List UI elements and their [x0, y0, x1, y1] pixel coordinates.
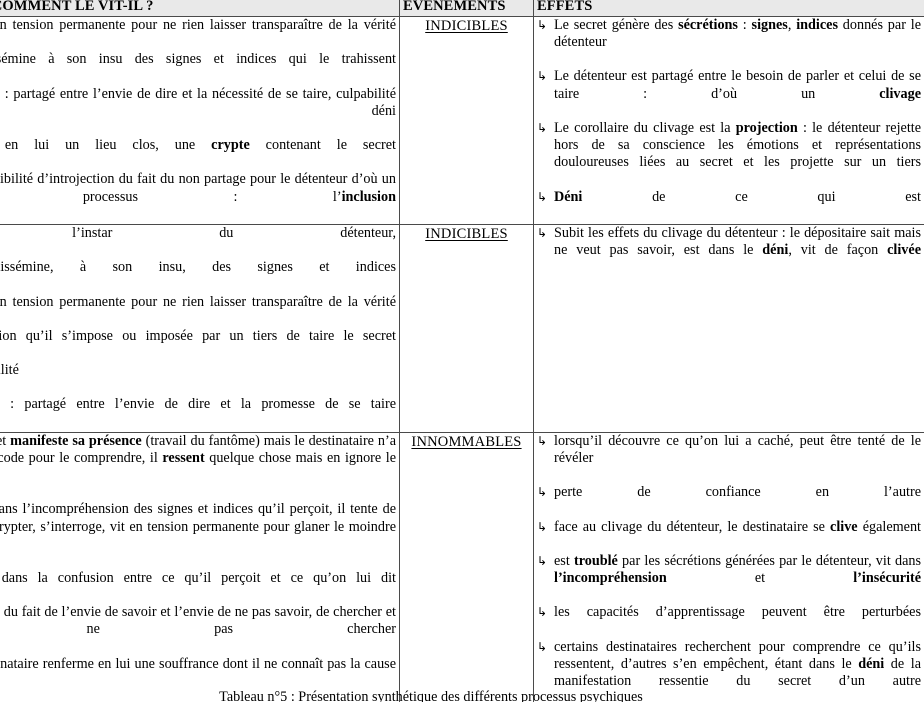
bullet-item: ↳clivage : partagé entre l’envie de dire…: [0, 396, 396, 430]
bullet-text: face au clivage du détenteur, le destina…: [554, 518, 921, 535]
effect-cell: ↳ lorsqu’il découvre ce qu’on lui a caché…: [533, 431, 924, 702]
bullet-item: ↳ Déni de ce qui est: [537, 189, 921, 223]
bullet-item: ↳il vit dans l’incompréhension des signe…: [0, 501, 396, 570]
bullet-text: il dissémine à son insu des signes et in…: [0, 51, 396, 68]
secrets-matrix-table: ÉTAT : COMMENT LE VIT-IL ? ÉVÈNEMENTS EF…: [0, 0, 924, 702]
bullet-item: ↳Porte en lui un lieu clos, une crypte c…: [0, 137, 396, 171]
bullet-text: clivage du fait de l’envie de savoir et …: [0, 604, 396, 638]
bullet-item: ↳le secret manifeste sa présence (travai…: [0, 433, 396, 502]
bullet-item: ↳obligation qu’il s’impose ou imposée pa…: [0, 328, 396, 362]
bullet-text: Le corollaire du clivage est la projecti…: [554, 119, 922, 171]
bullet-item: ↳Impossibilité d’introjection du fait du…: [0, 171, 396, 222]
bullet-text: culpabilité: [0, 362, 19, 379]
table-caption: Tableau n°5 : Présentation synthétique d…: [219, 689, 643, 702]
state-cell: ↳il vit en tension permanente pour ne ri…: [0, 16, 400, 225]
arrow-bullet-icon: ↳: [537, 18, 548, 32]
event-cell: INDICIBLES: [399, 16, 534, 225]
bullet-item: ↳ Le secret génère des sécrétions : signe…: [537, 17, 921, 68]
bullet-item: ↳ les capacités d’apprentissage peuvent ê…: [537, 604, 921, 638]
bullet-item: ↳il vit en tension permanente pour ne ri…: [0, 17, 396, 51]
bullet-item: ↳le destinataire renferme en lui une sou…: [0, 656, 396, 690]
state-list: ↳le secret manifeste sa présence (travai…: [0, 433, 396, 702]
table-viewport: ÉTAT : COMMENT LE VIT-IL ? ÉVÈNEMENTS EF…: [0, 0, 924, 702]
bullet-item: ↳il dissémine à son insu des signes et i…: [0, 51, 396, 85]
bullet-item: ↳ est troublé par les sécrétions générées…: [537, 553, 921, 604]
bullet-text: Subit les effets du clivage du détenteur…: [554, 224, 921, 259]
event-label: INDICIBLES: [425, 225, 508, 242]
bullet-text: Impossibilité d’introjection du fait du …: [0, 171, 396, 205]
state-cell: ↳le secret manifeste sa présence (travai…: [0, 431, 400, 702]
bullet-text: il vit en tension permanente pour ne rie…: [0, 17, 396, 33]
bullet-item: ↳ face au clivage du détenteur, le destin…: [537, 519, 921, 553]
bullet-text: Porte en lui un lieu clos, une crypte co…: [0, 137, 396, 154]
arrow-bullet-icon: ↳: [537, 639, 548, 654]
bullet-item: ↳il vit en tension permanente pour ne ri…: [0, 294, 396, 328]
bullet-text: obligation qu’il s’impose ou imposée par…: [0, 327, 396, 344]
effect-cell: ↳ Le secret génère des sécrétions : signe…: [533, 16, 924, 225]
event-label: INDICIBLES: [425, 18, 508, 34]
bullet-text: à l’instar du détenteur,: [0, 224, 396, 241]
arrow-bullet-icon: ↳: [537, 553, 548, 568]
bullet-item: ↳ Subit les effets du clivage du détenteu…: [537, 225, 921, 276]
bullet-text: clivage : partagé entre l’envie de dire …: [0, 396, 396, 413]
column-header-evenements: ÉVÈNEMENTS: [399, 0, 534, 17]
bullet-item: ↳il dissémine, à son insu, des signes et…: [0, 259, 396, 293]
bullet-item: ↳ Le corollaire du clivage est la project…: [537, 120, 921, 189]
column-header-effets: EFFETS: [533, 0, 924, 17]
event-cell: INNOMMABLES: [399, 431, 534, 702]
bullet-text: clivage : partagé entre l’envie de dire …: [0, 85, 396, 119]
column-header-etat: ÉTAT : COMMENT LE VIT-IL ?: [0, 0, 400, 17]
bullet-text: perte de confiance en l’autre: [554, 484, 921, 501]
bullet-text: il vit en tension permanente pour ne rie…: [0, 293, 396, 310]
table-row: ↳ il vit en tension permanente pour ne ri…: [0, 16, 924, 225]
document-page: ÉTAT : COMMENT LE VIT-IL ? ÉVÈNEMENTS EF…: [0, 0, 924, 702]
bullet-text: Déni de ce qui est: [554, 188, 921, 205]
bullet-item: ↳il vit dans la confusion entre ce qu’il…: [0, 570, 396, 604]
effect-cell: ↳ Subit les effets du clivage du détenteu…: [533, 223, 924, 433]
bullet-item: ↳clivage du fait de l’envie de savoir et…: [0, 604, 396, 655]
bullet-item: ↳ Le détenteur est partagé entre le besoi…: [537, 68, 921, 119]
header-row: ÉTAT : COMMENT LE VIT-IL ? ÉVÈNEMENTS EF…: [0, 0, 924, 17]
event-label: INNOMMABLES: [411, 433, 522, 450]
state-list: ↳à l’instar du détenteur,↳il dissémine, …: [0, 225, 396, 431]
arrow-bullet-icon: ↳: [537, 225, 548, 240]
arrow-bullet-icon: ↳: [537, 605, 548, 620]
bullet-item: ↳ perte de confiance en l’autre: [537, 484, 921, 518]
table-header: ÉTAT : COMMENT LE VIT-IL ? ÉVÈNEMENTS EF…: [0, 0, 924, 17]
arrow-bullet-icon: ↳: [537, 433, 548, 448]
bullet-text: le destinataire renferme en lui une souf…: [0, 655, 396, 672]
effect-list: ↳ lorsqu’il découvre ce qu’on lui a caché…: [537, 433, 921, 702]
bullet-item: ↳ lorsqu’il découvre ce qu’on lui a caché…: [537, 433, 921, 484]
bullet-text: il dissémine, à son insu, des signes et …: [0, 259, 396, 276]
effect-list: ↳ Le secret génère des sécrétions : signe…: [537, 17, 921, 223]
bullet-item: ↳clivage : partagé entre l’envie de dire…: [0, 86, 396, 137]
table-row: ↳ le secret manifeste sa présence (travai…: [0, 431, 924, 702]
effect-list: ↳ Subit les effets du clivage du détenteu…: [537, 225, 921, 276]
arrow-bullet-icon: ↳: [537, 485, 548, 500]
state-cell: ↳à l’instar du détenteur,↳il dissémine, …: [0, 223, 400, 433]
bullet-item: ↳à l’instar du détenteur,: [0, 225, 396, 259]
bullet-text: est troublé par les sécrétions générées …: [554, 552, 921, 586]
bullet-text: lorsqu’il découvre ce qu’on lui a caché,…: [554, 432, 921, 466]
event-cell: INDICIBLES: [399, 223, 534, 433]
bullet-text: Le secret génère des sécrétions : signes…: [554, 17, 921, 51]
table-body: ↳ il vit en tension permanente pour ne ri…: [0, 16, 924, 702]
bullet-text: il vit dans la confusion entre ce qu’il …: [0, 570, 396, 586]
table-row: ↳à l’instar du détenteur,↳il dissémine, …: [0, 223, 924, 433]
bullet-text: Le détenteur est partagé entre le besoin…: [554, 68, 921, 102]
bullet-text: les capacités d’apprentissage peuvent êt…: [554, 604, 921, 621]
arrow-bullet-icon: ↳: [537, 120, 548, 135]
bullet-text: il vit dans l’incompréhension des signes…: [0, 501, 396, 535]
bullet-text: le secret manifeste sa présence (travail…: [0, 432, 396, 466]
bullet-item: ↳culpabilité: [0, 362, 396, 396]
arrow-bullet-icon: ↳: [537, 189, 548, 204]
arrow-bullet-icon: ↳: [537, 519, 548, 534]
state-list: ↳il vit en tension permanente pour ne ri…: [0, 17, 396, 223]
arrow-bullet-icon: ↳: [537, 69, 548, 84]
